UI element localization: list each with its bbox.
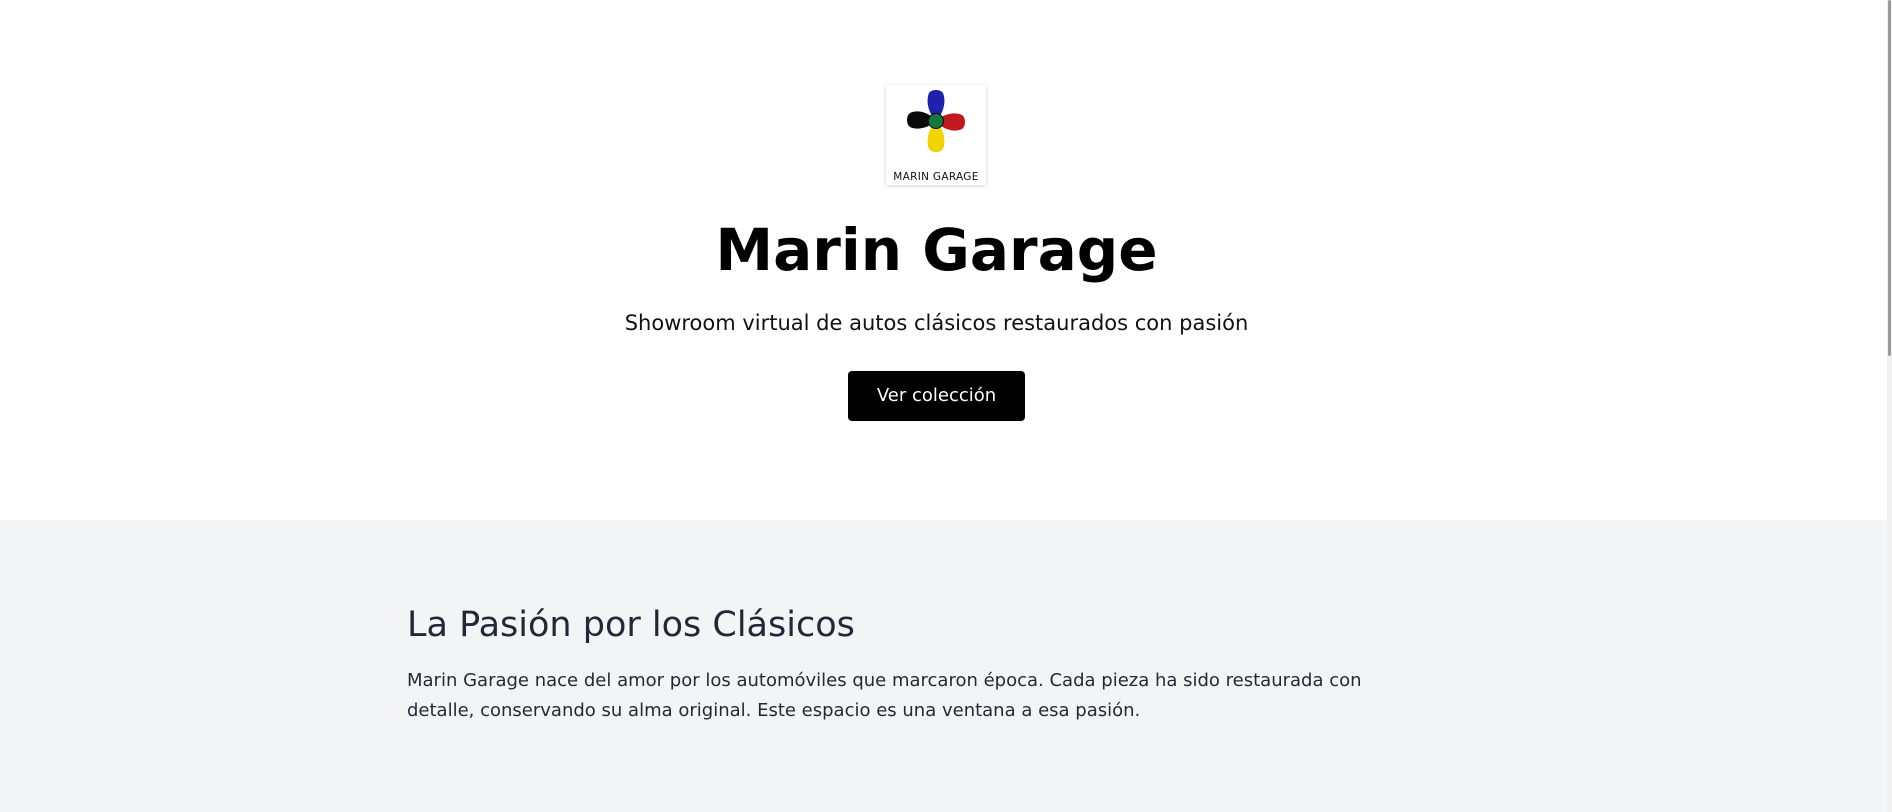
- vertical-scrollbar[interactable]: [1887, 0, 1892, 812]
- logo-wordmark: MARIN GARAGE: [893, 171, 979, 183]
- logo-center: [928, 113, 944, 129]
- page-content: MARIN GARAGE Marin Garage Showroom virtu…: [0, 0, 1887, 812]
- about-section: La Pasión por los Clásicos Marin Garage …: [0, 520, 1887, 812]
- about-text: Marin Garage nace del amor por los autom…: [407, 670, 1362, 721]
- about-title: La Pasión por los Clásicos: [407, 605, 855, 645]
- brand-logo: MARIN GARAGE: [886, 85, 986, 185]
- four-petal-logo-icon: [907, 90, 965, 152]
- page-viewport: MARIN GARAGE Marin Garage Showroom virtu…: [0, 0, 1892, 812]
- scrollbar-thumb[interactable]: [1888, 0, 1891, 356]
- page-title: Marin Garage: [715, 216, 1158, 284]
- hero-subtitle: Showroom virtual de autos clásicos resta…: [624, 311, 1249, 335]
- hero-section: MARIN GARAGE Marin Garage Showroom virtu…: [0, 0, 1887, 520]
- view-collection-button[interactable]: Ver colección: [848, 371, 1025, 421]
